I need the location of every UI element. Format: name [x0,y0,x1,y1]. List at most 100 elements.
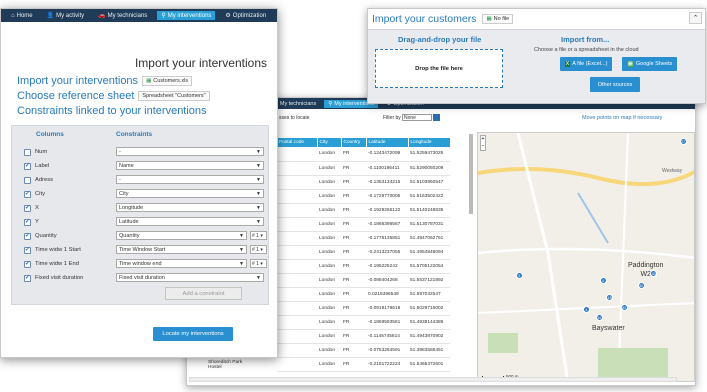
row-label: X [35,205,39,211]
nav-tab-technicians[interactable]: 🚗My technicians [94,11,151,20]
constraint-select[interactable]: City ▼ [116,189,264,198]
map-marker[interactable]: 34 [595,313,603,321]
zoom-control[interactable]: + − [480,135,486,151]
table-row[interactable]: London FR -0.088404268 51.5537121892 [277,273,450,288]
file-pill[interactable]: ▦ Customers.xls [142,76,193,86]
number-select[interactable]: # 1 ▾ [250,245,267,254]
map-marker[interactable]: 5 [515,272,523,280]
table-cell: FR [341,161,366,176]
add-constraint-button[interactable]: Add a constraint [165,287,242,300]
table-cell [277,343,317,358]
table-cell: London [317,231,341,246]
pin-icon: ⚲ [328,100,333,107]
table-cell [277,231,317,246]
constraint-select[interactable]: Fixed visit duration ▼ [116,273,264,282]
table-row[interactable]: London FR -0.1243472099 51.5259473026 [277,147,450,162]
row-label: Time widw 1 Start [35,247,81,253]
table-row[interactable]: London FR -0.2413237055 51.4954846094 [277,245,450,260]
table-cell: FR [341,217,366,232]
table-cell: -0.1866396567 [366,217,408,232]
row-checkbox[interactable]: ✓ [24,205,31,212]
table-row[interactable]: London FR -0.195225242 51.5705122054 [277,259,450,274]
filter-label: Filter by [383,114,401,121]
constraint-select[interactable]: Name ▼ [116,161,264,170]
filter-select[interactable]: None [402,114,432,121]
map-marker[interactable]: 43 [650,269,658,277]
table-cell [277,329,317,344]
calendar-icon[interactable] [433,114,440,121]
row-checkbox[interactable]: ✓ [24,191,31,198]
table-row[interactable]: London FR -0.2181722224 51.5465372601 [277,357,450,372]
car-icon: 🚗 [98,13,106,19]
table-cell: FR [341,315,366,330]
constraint-select[interactable]: - ▼ [116,175,264,184]
row-checkbox[interactable] [24,177,31,184]
row-checkbox[interactable]: ✓ [24,233,31,240]
table-row[interactable]: London FR -0.1775135851 51.4947062751 [277,231,450,246]
row-checkbox[interactable]: ✓ [24,275,31,282]
table-cell: FR [341,343,366,358]
row-checkbox[interactable] [24,149,31,156]
table-cell: -0.1929265122 [366,203,408,218]
row-checkbox[interactable]: ✓ [24,219,31,226]
table-row[interactable]: London FR -0.1929265122 51.5140248835 [277,203,450,218]
table-cell: FR [341,189,366,204]
table-row[interactable]: London FR -0.0753284591 51.3983586451 [277,343,450,358]
table-row[interactable]: London FR -0.0919179618 51.5029715002 [277,301,450,316]
row-checkbox[interactable]: ✓ [24,163,31,170]
main-navbar: ⌂ Home 👤 My activity 🚗 My technicians ⚲ My i… [1,9,277,22]
row-checkbox[interactable]: ✓ [24,247,31,254]
constraint-select[interactable]: Longitude ▼ [116,203,264,212]
col-latitude[interactable]: Latitude [366,138,409,147]
nav-tab-optimization[interactable]: ⚙Optimization [221,11,270,20]
other-sources-button[interactable]: Other sources [590,77,640,92]
nav-tab-home[interactable]: ⌂ Home [7,12,37,20]
chevron-down-icon: ▼ [256,149,261,155]
table-row[interactable]: London FR -0.1145745814 51.4943870902 [277,329,450,344]
table-row[interactable]: London FR -0.1100196411 51.5290050209 [277,161,450,176]
table-row[interactable]: London FR 0.0215396549 51.597032547 [277,287,450,302]
table-row[interactable]: London FR -0.1729770005 51.5163502422 [277,189,450,204]
map-marker[interactable]: 30 [637,281,645,289]
collapse-caret-icon[interactable]: ⌃ [689,12,702,24]
nav-tab-interventions[interactable]: ⚲ My interventions [157,11,216,20]
number-select[interactable]: # 1 ▾ [250,259,267,268]
table-cell: FR [341,203,366,218]
col-postal-code[interactable]: Postal code [277,138,318,147]
map-view[interactable]: +− Westway PaddingtonW2 Bayswater 500 m … [477,132,695,382]
table-cell: 51.4954846094 [408,245,450,260]
table-row[interactable]: London FR -0.1866396567 51.5130787031 [277,217,450,232]
reference-sheet-select[interactable]: Spreadsheet "Customers" [138,91,210,101]
table-row[interactable]: London FR -0.1869593561 51.4938144389 [277,315,450,330]
col-longitude[interactable]: Longitude [408,138,451,147]
col-country[interactable]: Country [341,138,367,147]
columns-header: Columns [36,131,64,138]
table-row[interactable]: London FR -0.1353134215 51.5103950547 [277,175,450,190]
table-cell: FR [341,245,366,260]
vertical-scrollbar[interactable] [469,134,473,214]
file-excel-button[interactable]: XA file (Excel...) [560,57,612,71]
horizontal-scrollbar[interactable] [189,377,677,382]
google-sheets-button[interactable]: ▦ Google Sheets [622,57,677,71]
dropzone[interactable]: Drop the file here [375,49,503,88]
map-marker[interactable]: 6 [599,276,607,284]
constraint-select[interactable]: Latitude ▼ [116,217,264,226]
constraint-select[interactable]: Quantity ▼ [116,231,247,240]
number-select[interactable]: # 1 ▾ [250,231,267,240]
table-cell: -0.195225242 [366,259,408,274]
constraints-title: Constraints linked to your interventions [17,105,207,117]
locate-button[interactable]: Locate my interventions [153,327,233,341]
nav-tab-activity[interactable]: 👤 My activity [43,11,89,20]
map-marker[interactable]: 27 [679,137,687,145]
row-label: Num [35,149,48,155]
map-marker[interactable]: 42 [620,303,628,311]
table-cell: FR [341,259,366,274]
table-cell: 51.4938144389 [408,315,450,330]
constraint-select[interactable]: Time window end ▼ [116,259,247,268]
col-city[interactable]: City [317,138,342,147]
constraint-select[interactable]: Time Window Start ▼ [116,245,247,254]
table-cell [277,259,317,274]
row-checkbox[interactable]: ✓ [24,261,31,268]
constraint-select[interactable]: - ▼ [116,147,264,156]
import-interventions-window: ⌂ Home 👤 My activity 🚗 My technicians ⚲ My i… [0,8,278,358]
